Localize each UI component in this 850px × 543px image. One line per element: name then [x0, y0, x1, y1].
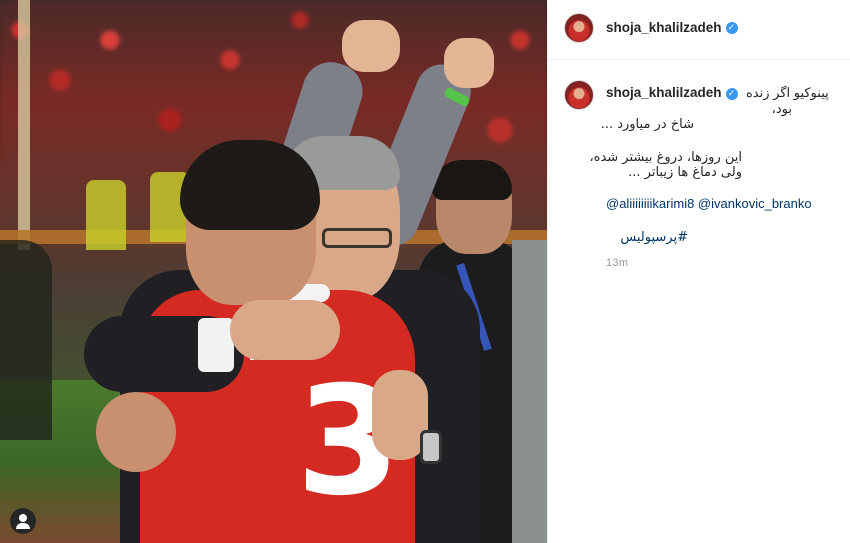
glasses	[322, 228, 392, 248]
background-figure	[0, 240, 52, 440]
wristwatch	[420, 430, 442, 464]
bystander-hair	[432, 160, 512, 200]
edge-figure	[512, 240, 547, 543]
verified-badge-icon: ✓	[725, 87, 738, 100]
post-sidebar: shoja_khalilzadeh ✓ shoja_khalilzadeh ✓ پی…	[547, 0, 850, 543]
caption-line: ولی دماغ ها زیباتر ...	[628, 165, 742, 180]
username-text[interactable]: shoja_khalilzadeh	[606, 85, 722, 100]
fist-left	[342, 20, 400, 72]
avatar[interactable]	[564, 13, 594, 43]
caption-line: بود،	[771, 102, 792, 117]
caption-username[interactable]: shoja_khalilzadeh ✓	[606, 85, 738, 100]
user-tag-icon-body	[16, 523, 30, 529]
player-arm	[96, 392, 176, 472]
post-header: shoja_khalilzadeh ✓	[548, 0, 850, 60]
user-tag-icon[interactable]	[10, 508, 36, 534]
username-text[interactable]: shoja_khalilzadeh	[606, 20, 722, 35]
player-hair	[180, 140, 320, 230]
caption-mentions[interactable]: @aliiiiiiiikarimi8 @ivankovic_branko	[606, 196, 812, 211]
stadium-pole	[18, 0, 30, 250]
caption-header: shoja_khalilzadeh ✓ پینوکیو اگر زنده	[606, 84, 846, 102]
caption-line: شاخ در میاورد ...	[600, 117, 694, 132]
fist-right	[444, 38, 494, 88]
hand-left	[230, 300, 340, 360]
post-photo[interactable]: JA 3	[0, 0, 547, 543]
post-timestamp[interactable]: 13m	[606, 257, 628, 269]
header-username[interactable]: shoja_khalilzadeh ✓	[606, 20, 738, 35]
verified-badge-icon: ✓	[725, 22, 738, 35]
caption-line: این روزها، دروغ بیشتر شده،	[589, 150, 742, 165]
caption-first-line: پینوکیو اگر زنده	[746, 84, 829, 100]
caption-hashtag[interactable]: #پرسپولیس	[606, 230, 688, 245]
steward-figure	[86, 180, 126, 250]
user-tag-icon-head	[19, 514, 27, 522]
shirt-cuff	[198, 318, 234, 372]
